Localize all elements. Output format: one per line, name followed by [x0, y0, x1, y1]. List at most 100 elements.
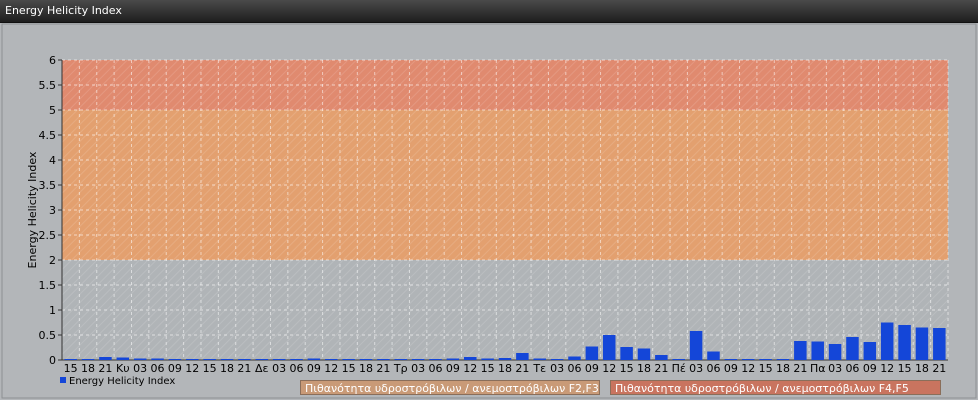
- x-tick-label: 03: [272, 362, 286, 375]
- x-tick-label: 18: [498, 362, 512, 375]
- x-tick-label: 15: [898, 362, 912, 375]
- bar: [99, 357, 112, 360]
- bar: [64, 359, 77, 360]
- y-axis-label: Energy Helicity Index: [26, 151, 39, 268]
- chart-svg: 0 0.5 1 1.5 2 2.5 3 3.5 4 4.5 5 5.5 6 Energy Helicity…: [1, 23, 977, 399]
- bar: [186, 359, 199, 360]
- x-tick-label: 09: [724, 362, 738, 375]
- x-tick-label: Τρ: [393, 362, 408, 375]
- x-tick-label: 18: [915, 362, 929, 375]
- x-tick-label: 06: [706, 362, 720, 375]
- x-tick-label: 18: [220, 362, 234, 375]
- x-tick-label: 03: [550, 362, 564, 375]
- bar: [898, 325, 911, 360]
- x-tick-label: 21: [98, 362, 112, 375]
- bar: [411, 359, 425, 360]
- x-tick-label: 09: [863, 362, 877, 375]
- x-tick-label: 06: [290, 362, 304, 375]
- y-tick-label: 0: [49, 354, 56, 367]
- x-tick-label: 09: [168, 362, 182, 375]
- bar: [429, 359, 442, 360]
- y-tick-label: 2.5: [39, 229, 57, 242]
- bar: [655, 355, 668, 360]
- x-tick-label: 18: [637, 362, 651, 375]
- y-tick-label: 5.5: [39, 79, 57, 92]
- bar: [672, 359, 685, 360]
- bar: [151, 358, 164, 360]
- y-tick-label: 6: [49, 54, 56, 67]
- x-tick-label: 15: [203, 362, 217, 375]
- bar: [915, 327, 929, 360]
- y-tick-label: 3.5: [39, 179, 57, 192]
- x-tick-label: 15: [620, 362, 634, 375]
- y-tick-label: 2: [49, 254, 56, 267]
- x-tick-label: 12: [880, 362, 894, 375]
- x-tick-label: 09: [446, 362, 460, 375]
- bar: [377, 359, 390, 360]
- y-tick-label: 4: [49, 154, 56, 167]
- y-tick-label: 1: [49, 304, 56, 317]
- bar: [516, 353, 529, 360]
- bar: [307, 358, 321, 360]
- bar: [81, 359, 95, 360]
- bar: [359, 359, 373, 360]
- bar: [620, 347, 633, 360]
- bar: [116, 357, 130, 360]
- bar: [880, 322, 894, 360]
- bar: [794, 341, 807, 360]
- x-tick-label: 21: [654, 362, 668, 375]
- bar: [550, 359, 564, 360]
- x-tick-label: 18: [359, 362, 373, 375]
- x-tick-label: 03: [828, 362, 842, 375]
- x-tick-label: 12: [741, 362, 755, 375]
- bar: [394, 359, 408, 360]
- x-tick-label: 09: [307, 362, 321, 375]
- bar: [220, 359, 234, 360]
- x-tick-label: 06: [845, 362, 859, 375]
- bar: [602, 335, 616, 360]
- bar: [846, 337, 859, 360]
- x-tick-label: 15: [759, 362, 773, 375]
- x-tick-label: Πα: [810, 362, 826, 375]
- bar: [689, 331, 703, 360]
- x-tick-label: 12: [324, 362, 338, 375]
- chart-window: Energy Helicity Index 0 0.5 1 1.5 2 2.5 3 3.5 4 4…: [0, 0, 978, 400]
- x-tick-label: 12: [602, 362, 616, 375]
- x-tick-label: 12: [463, 362, 477, 375]
- x-tick-label: 18: [776, 362, 790, 375]
- x-tick-label: 21: [376, 362, 390, 375]
- bar: [481, 358, 494, 360]
- x-tick-label: 06: [567, 362, 581, 375]
- x-tick-label: 21: [932, 362, 946, 375]
- bar: [272, 359, 286, 360]
- zone-legend-f4f5: Πιθανότητα υδροστρόβιλων / ανεμοστρόβιλω…: [610, 380, 941, 395]
- x-tick-label: 03: [411, 362, 425, 375]
- x-tick-label: Κυ: [116, 362, 130, 375]
- bar: [168, 359, 182, 360]
- bar: [290, 359, 303, 360]
- bar: [238, 359, 251, 360]
- bar: [933, 328, 946, 360]
- y-tick-label: 3: [49, 204, 56, 217]
- bar: [464, 357, 477, 360]
- bar: [342, 359, 355, 360]
- x-tick-label: 06: [429, 362, 443, 375]
- bar: [133, 358, 147, 360]
- x-tick-label: 21: [793, 362, 807, 375]
- x-tick-label: 12: [185, 362, 199, 375]
- x-tick-label: 15: [481, 362, 495, 375]
- y-tick-label: 5: [49, 104, 56, 117]
- bar: [568, 356, 581, 360]
- x-tick-label: 09: [585, 362, 599, 375]
- series-legend: Energy Helicity Index: [60, 376, 175, 387]
- series-legend-label: Energy Helicity Index: [69, 376, 176, 387]
- bar: [707, 351, 720, 360]
- bar: [533, 358, 546, 360]
- bar: [203, 359, 216, 360]
- x-tick-label: 03: [689, 362, 703, 375]
- x-tick-label: 21: [515, 362, 529, 375]
- bar: [446, 358, 460, 360]
- bar: [741, 359, 755, 360]
- series-legend-swatch: [60, 377, 66, 383]
- bar: [776, 359, 790, 360]
